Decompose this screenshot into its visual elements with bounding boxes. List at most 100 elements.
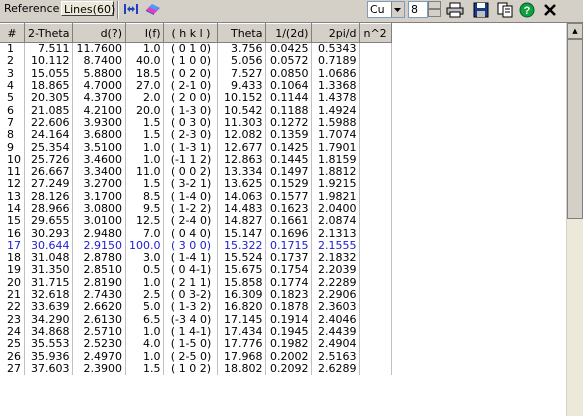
table-row[interactable]: 13 28.126 3.1700 8.5( 1-4 0) 14.063 0.1577 1.9… (0, 190, 393, 203)
table-row[interactable]: 19 31.350 2.8510 0.5( 0 4-1) 15.675 0.1754 2.2… (0, 264, 393, 277)
table-row[interactable]: 12 27.249 3.2700 1.5( 3-2 1) 13.625 0.1529 1.9… (0, 178, 393, 191)
table-cell: ( 3 0 0) (163, 239, 219, 253)
table-cell: 2.0874 (311, 215, 361, 228)
table-cell: 6.5 (125, 313, 165, 326)
table-cell: 37.603 (24, 362, 74, 376)
spin-up-icon[interactable] (428, 1, 441, 9)
table-row[interactable]: 23 34.290 2.6130 6.5 (-3 4 0) 17.145 0.1914 2.4… (0, 313, 393, 326)
help-icon[interactable]: ? (519, 2, 537, 18)
eraser-icon[interactable] (144, 2, 162, 18)
col-header[interactable]: Theta (217, 23, 267, 43)
table-cell: 3.0 (125, 252, 165, 265)
table-cell: 33.639 (24, 301, 74, 314)
table-cell: ( 2 1 1) (163, 276, 219, 289)
table-cell: 15.322 (217, 239, 267, 253)
table-cell: 5.8800 (72, 67, 126, 80)
col-header[interactable]: 1/(2d) (265, 23, 313, 43)
table-cell: 2.7430 (72, 288, 126, 302)
table-cell: 40.0 (125, 55, 165, 68)
table-row[interactable]: 4 18.865 4.7000 27.0( 2-1 0) 9.433 0.1064 1.33… (0, 79, 393, 93)
scroll-up-icon[interactable]: ▲ (567, 23, 583, 39)
table-cell: 22 (0, 301, 25, 314)
col-header[interactable]: I(f) (125, 23, 165, 43)
table-row[interactable]: 14 28.966 3.0800 9.5( 1-2 2) 14.483 0.1623 2.0… (0, 202, 393, 216)
table-row[interactable]: 26 35.936 2.4970 1.0( 2-5 0) 17.968 0.2002 2.5… (0, 350, 393, 363)
table-cell: 34.868 (24, 325, 74, 339)
table-row[interactable]: 8 24.164 3.6800 1.5( 2-3 0) 12.082 0.1359 1.70… (0, 129, 393, 142)
col-header[interactable]: 2-Theta (24, 23, 74, 43)
table-row[interactable]: 18 31.048 2.8780 3.0( 1-4 1) 15.524 0.1737 2.1… (0, 252, 393, 265)
table-cell: 4 (0, 79, 25, 93)
table-row[interactable]: 16 30.293 2.9480 7.0( 0 4 0) 15.147 0.1696 2.1… (0, 227, 393, 240)
table-cell: 2.4046 (311, 313, 361, 326)
table-cell (359, 325, 393, 339)
radiation-select[interactable]: Cu (367, 1, 405, 18)
table-cell: 2.3900 (72, 362, 126, 376)
tab-lines[interactable]: Lines(60) (61, 1, 115, 16)
table-cell: ( 3-2 1) (163, 178, 219, 191)
table-cell: 0.5 (125, 264, 165, 277)
table-row[interactable]: 1 7.511 11.7600 1.0( 0 1 0) 3.756 0.0425 0.534… (0, 42, 393, 56)
table-cell: 3 (0, 67, 25, 80)
table-cell: 13.334 (217, 165, 267, 179)
vertical-scrollbar[interactable]: ▲ (566, 23, 583, 416)
table-cell: 12 (0, 178, 25, 191)
print-icon[interactable] (446, 2, 464, 18)
table-row[interactable]: 20 31.715 2.8190 1.0( 2 1 1) 15.858 0.1774 2.2… (0, 276, 393, 289)
table-row[interactable]: 9 25.354 3.5100 1.0( 1-3 1) 12.677 0.1425 1.79… (0, 141, 393, 154)
col-header[interactable]: d(?) (72, 23, 126, 43)
table-cell: ( 2-4 0) (163, 215, 219, 228)
table-cell: 0.0572 (265, 55, 313, 68)
col-header[interactable]: n^2 (359, 23, 393, 43)
table-cell: 14 (0, 202, 25, 216)
table-cell (359, 202, 393, 216)
tab-reference[interactable]: Reference (2, 1, 59, 16)
table-cell: ( 0 1 0) (163, 42, 219, 56)
table-row[interactable]: 22 33.639 2.6620 5.0( 1-3 2) 16.820 0.1878 2.3… (0, 301, 393, 314)
table-row[interactable]: 3 15.055 5.8800 18.5( 0 2 0) 7.527 0.0850 1.06… (0, 67, 393, 80)
table-row[interactable]: 25 35.553 2.5230 4.0( 1-5 0) 17.776 0.1982 2.4… (0, 338, 393, 351)
spin-down-icon[interactable] (428, 9, 441, 17)
table-cell: 0.1715 (265, 239, 313, 253)
scroll-thumb[interactable] (567, 39, 583, 219)
table-cell: 24.164 (24, 129, 74, 142)
table-cell: 8 (0, 129, 25, 142)
table-row[interactable]: 10 25.726 3.4600 1.0 (-1 1 2) 12.863 0.1445 1.8… (0, 153, 393, 166)
save-icon[interactable] (473, 2, 491, 18)
table-cell: 0.1623 (265, 202, 313, 216)
table-cell: 17.968 (217, 350, 267, 363)
font-size-stepper[interactable] (428, 1, 441, 18)
col-header[interactable]: # (0, 23, 25, 43)
table-cell: 17.776 (217, 338, 267, 351)
table-cell: 0.1144 (265, 92, 313, 105)
table-row[interactable]: 2 10.112 8.7400 40.0( 1 0 0) 5.056 0.0572 0.71… (0, 55, 393, 68)
close-icon[interactable] (542, 2, 560, 18)
table-row[interactable]: 7 22.606 3.9300 1.5( 0 3 0) 11.303 0.1272 1.59… (0, 116, 393, 130)
table-cell: 0.1661 (265, 215, 313, 228)
fit-width-icon[interactable] (123, 2, 141, 18)
table-row[interactable]: 17 30.644 2.9150 100.0( 3 0 0) 15.322 0.1715 2… (0, 239, 393, 253)
table-cell: ( 1 4-1) (163, 325, 219, 339)
table-row[interactable]: 11 26.667 3.3400 11.0( 0 0 2) 13.334 0.1497 1.… (0, 165, 393, 179)
font-size-input[interactable]: 8 (408, 1, 428, 18)
table-cell: 2 (0, 55, 25, 68)
col-header[interactable]: 2pi/d (311, 23, 361, 43)
chevron-down-icon[interactable] (391, 2, 404, 17)
table-row[interactable]: 27 37.603 2.3900 1.5( 1 0 2) 18.802 0.2092 2.6… (0, 362, 393, 376)
table-cell: ( 0 4-1) (163, 264, 219, 277)
table-cell: 1.7901 (311, 141, 361, 154)
table-cell (359, 67, 393, 80)
col-header[interactable]: ( h k l ) (163, 23, 219, 43)
table-row[interactable]: 21 32.618 2.7430 2.5( 0 3-2) 16.309 0.1823 2.2… (0, 288, 393, 302)
table-row[interactable]: 24 34.868 2.5710 1.0( 1 4-1) 17.434 0.1945 2.4… (0, 325, 393, 339)
table-cell: 31.715 (24, 276, 74, 289)
table-row[interactable]: 6 21.085 4.2100 20.0( 1-3 0) 10.542 0.1188 1.4… (0, 104, 393, 117)
table-cell: 31.350 (24, 264, 74, 277)
table-cell: 29.655 (24, 215, 74, 228)
table-row[interactable]: 15 29.655 3.0100 12.5( 2-4 0) 14.827 0.1661 2.… (0, 215, 393, 228)
table-cell: 0.1878 (265, 301, 313, 314)
table-cell: 1.0686 (311, 67, 361, 80)
table-row[interactable]: 5 20.305 4.3700 2.0( 2 0 0) 10.152 0.1144 1.43… (0, 92, 393, 105)
table-cell: 8.7400 (72, 55, 126, 68)
copy-icon[interactable] (497, 2, 515, 18)
